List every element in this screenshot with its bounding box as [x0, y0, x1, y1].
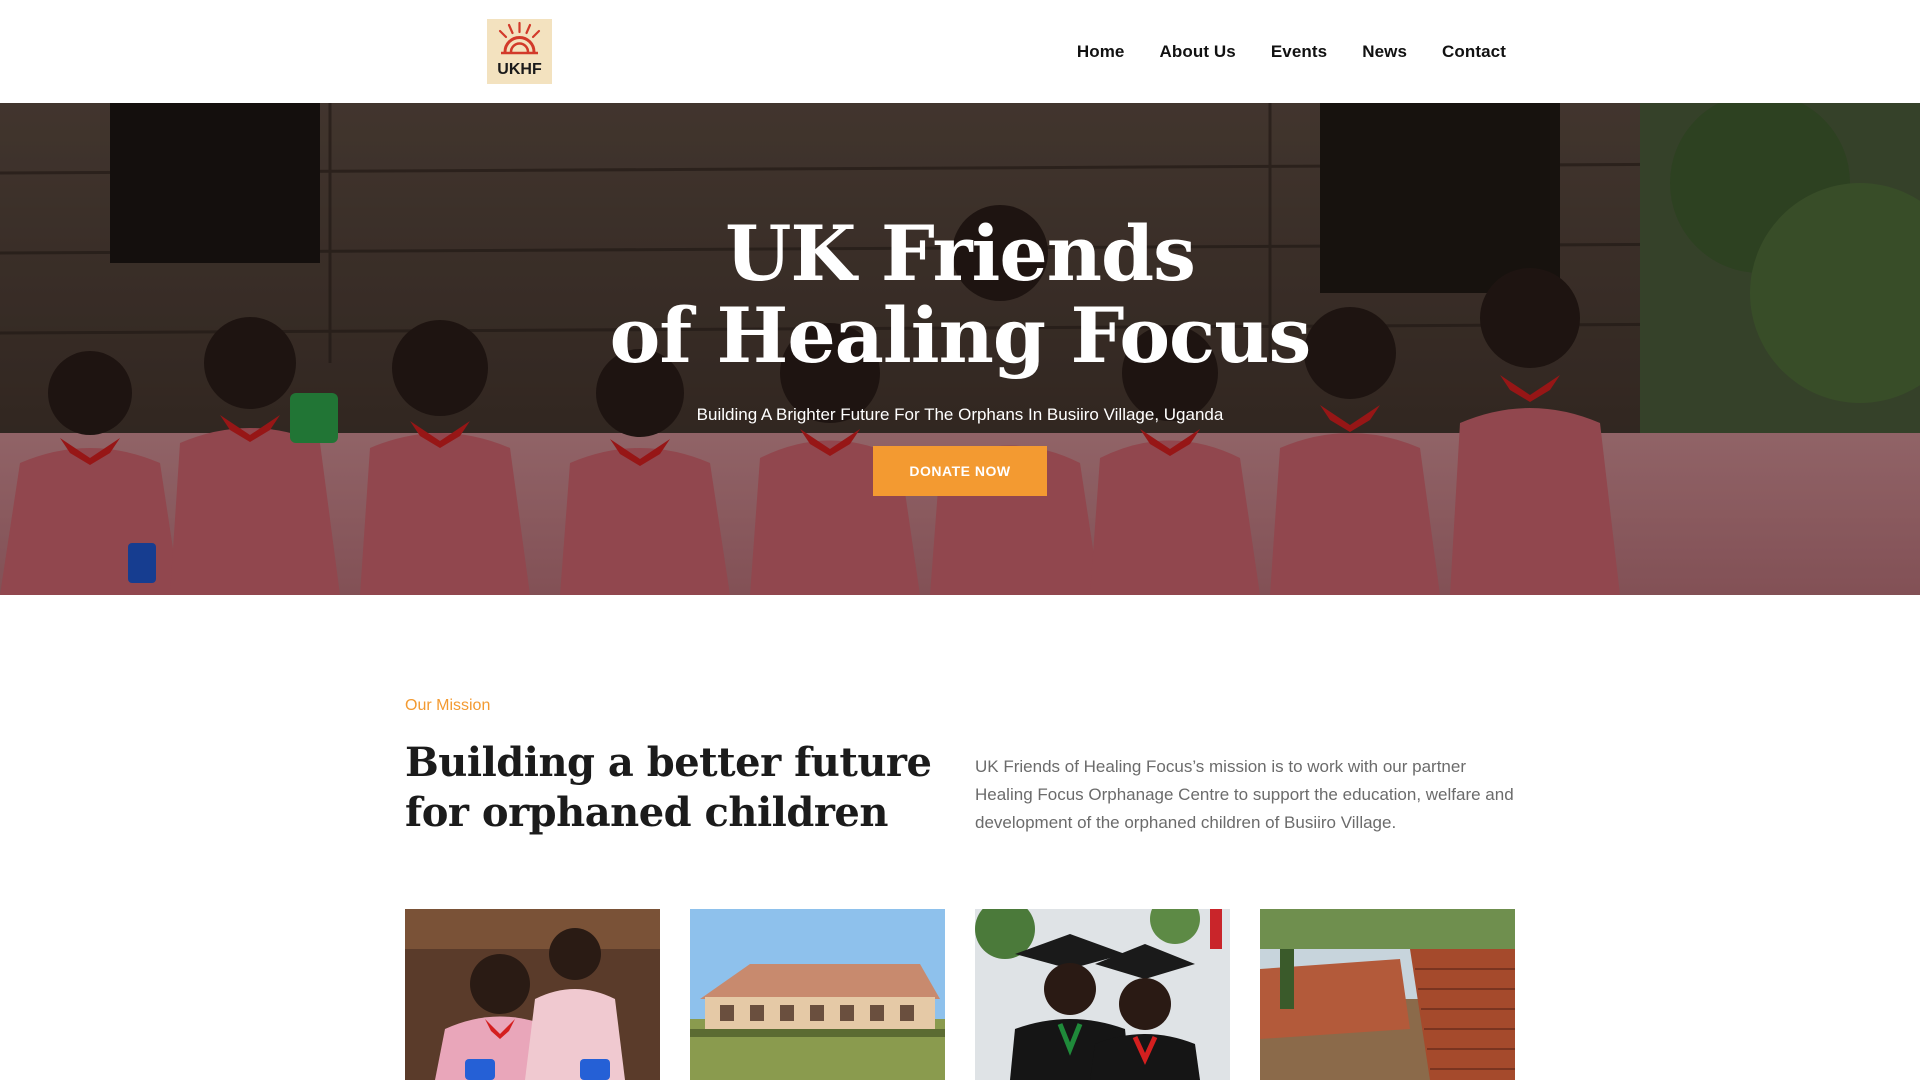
mission-eyebrow: Our Mission	[405, 697, 491, 714]
gallery-photo-school-building[interactable]	[690, 909, 945, 1080]
hero-title-line2: of Healing Focus	[609, 291, 1312, 380]
nav-about-us[interactable]: About Us	[1159, 42, 1235, 62]
hero-title-line1: UK Friends	[725, 209, 1196, 298]
logo-sun-icon: UKHF	[487, 19, 552, 84]
hero-title: UK Friends of Healing Focus	[0, 213, 1920, 377]
nav-contact[interactable]: Contact	[1442, 42, 1506, 62]
main-nav: Home About Us Events News Contact	[1077, 0, 1506, 103]
gallery-photo-brick-construction[interactable]	[1260, 909, 1515, 1080]
hero-subtitle: Building A Brighter Future For The Orpha…	[696, 405, 1224, 424]
nav-news[interactable]: News	[1362, 42, 1407, 62]
photo-gallery	[405, 909, 1515, 1080]
nav-home[interactable]: Home	[1077, 42, 1125, 62]
hero-section: UK Friends of Healing Focus Building A B…	[0, 103, 1920, 595]
mission-description: UK Friends of Healing Focus’s mission is…	[975, 757, 1514, 832]
mission-title: Building a better future for orphaned ch…	[405, 739, 932, 836]
site-header: UKHF Home About Us Events News Contact	[0, 0, 1920, 103]
nav-events[interactable]: Events	[1271, 42, 1327, 62]
gallery-photo-children-in-classroom[interactable]	[405, 909, 660, 1080]
gallery-photo-graduation-children[interactable]	[975, 909, 1230, 1080]
svg-text:UKHF: UKHF	[497, 61, 542, 78]
donate-now-button[interactable]: DONATE NOW	[873, 446, 1047, 496]
ukhf-logo[interactable]: UKHF	[487, 19, 552, 84]
